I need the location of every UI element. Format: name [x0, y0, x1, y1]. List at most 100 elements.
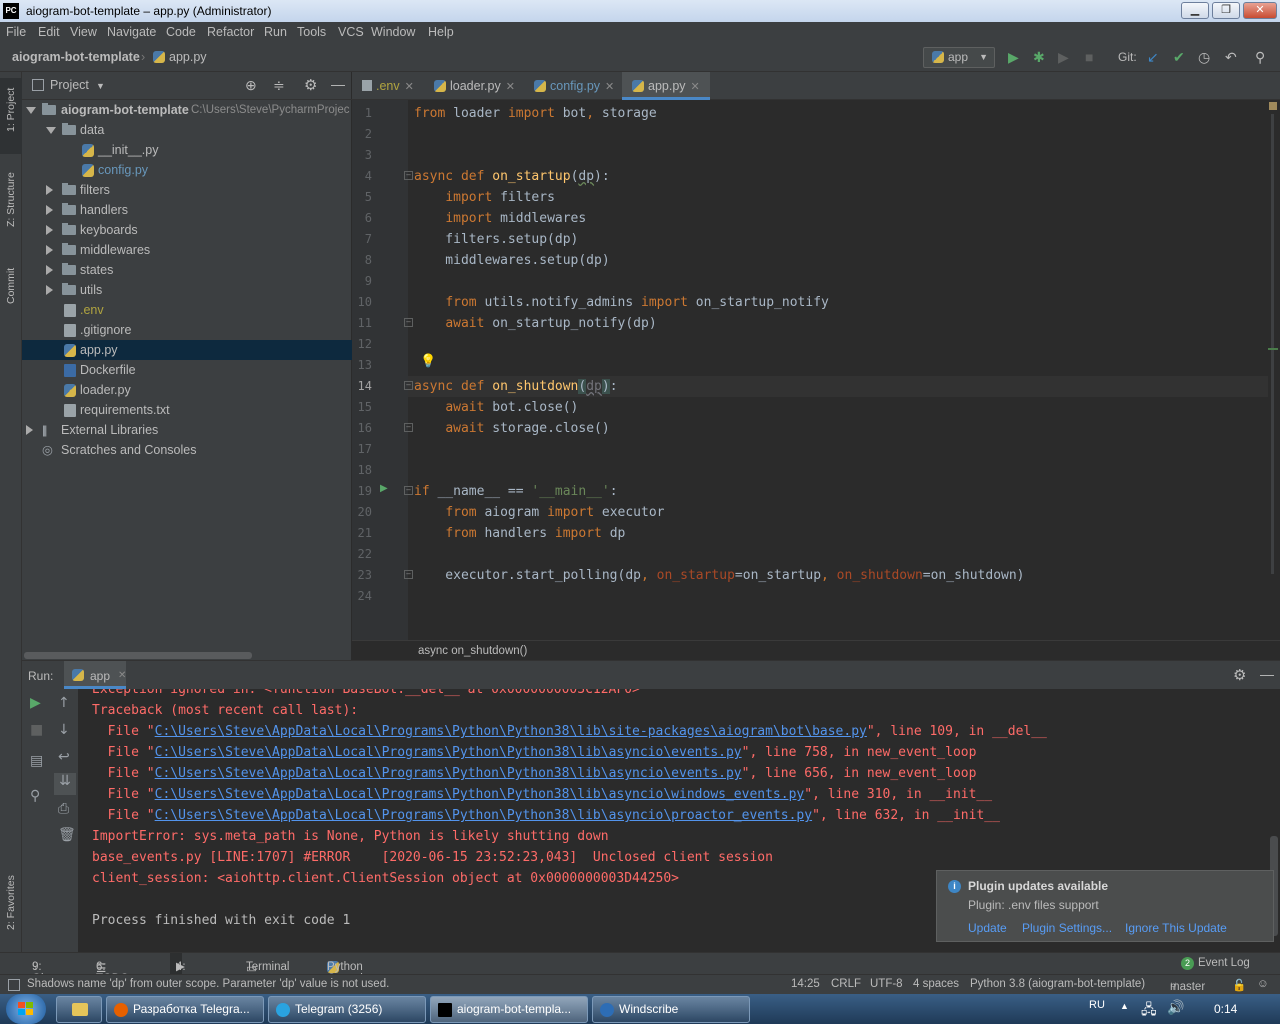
panel-toggle-icon[interactable]	[8, 979, 20, 991]
code-line[interactable]: from aiogram import executor	[414, 502, 664, 523]
close-icon[interactable]: ✕	[691, 81, 700, 93]
menu-tools[interactable]: Tools	[297, 25, 326, 39]
tree-item[interactable]: .gitignore	[22, 320, 352, 340]
locate-target-icon[interactable]: ⊕	[245, 77, 257, 94]
file-link[interactable]: C:\Users\Steve\AppData\Local\Programs\Py…	[155, 745, 742, 760]
menu-view[interactable]: View	[70, 25, 97, 39]
search-icon[interactable]: ⚲	[1255, 49, 1265, 65]
breadcrumb-project[interactable]: aiogram-bot-template	[12, 50, 140, 64]
breadcrumb-file[interactable]: app.py	[153, 50, 207, 64]
file-link[interactable]: C:\Users\Steve\AppData\Local\Programs\Py…	[155, 787, 805, 802]
expand-arrow-icon[interactable]	[46, 127, 56, 134]
tree-item[interactable]: .env	[22, 300, 352, 320]
up-arrow-icon[interactable]: ↑	[58, 695, 70, 711]
scroll-to-end-icon[interactable]: ⇊	[54, 773, 76, 795]
code-line[interactable]: filters.setup(dp)	[414, 229, 578, 250]
code-line[interactable]: if __name__ == '__main__':	[414, 481, 618, 502]
stripe-structure[interactable]: Z: Structure	[5, 172, 17, 227]
stop-icon[interactable]: ■	[30, 722, 43, 738]
fold-icon[interactable]: −	[404, 486, 413, 495]
update-link[interactable]: Update	[968, 921, 1007, 935]
file-link[interactable]: C:\Users\Steve\AppData\Local\Programs\Py…	[155, 724, 867, 739]
expand-arrow-icon[interactable]	[46, 205, 53, 215]
stripe-project[interactable]: 1: Project	[5, 88, 17, 132]
tree-external-libraries[interactable]: ||| External Libraries	[22, 420, 352, 440]
down-arrow-icon[interactable]: ↓	[58, 722, 70, 738]
pin-icon[interactable]: ⚲	[30, 788, 40, 804]
run-tool-button[interactable]: ▶ 4: Run	[170, 953, 197, 994]
code-line[interactable]: executor.start_polling(dp, on_startup=on…	[414, 565, 1024, 586]
file-encoding[interactable]: UTF-8	[870, 978, 903, 990]
event-log-button[interactable]: Event Log	[1198, 957, 1250, 969]
tree-item[interactable]: handlers	[22, 200, 352, 220]
tree-root[interactable]: aiogram-bot-template C:\Users\Steve\Pych…	[22, 100, 352, 120]
fold-icon[interactable]: −	[404, 570, 413, 579]
tree-item[interactable]: filters	[22, 180, 352, 200]
tree-item[interactable]: Dockerfile	[22, 360, 352, 380]
menu-file[interactable]: File	[6, 25, 26, 39]
taskbar-item-browser[interactable]: Разработка Telegra...	[106, 996, 264, 1023]
fold-icon[interactable]: −	[404, 381, 413, 390]
code-line[interactable]: await storage.close()	[414, 418, 609, 439]
close-icon[interactable]: ✕	[405, 81, 414, 93]
fold-icon[interactable]: −	[404, 318, 413, 327]
code-line[interactable]: await on_startup_notify(dp)	[414, 313, 656, 334]
tree-item[interactable]: loader.py	[22, 380, 352, 400]
fold-icon[interactable]: −	[404, 423, 413, 432]
stop-icon[interactable]: ■	[1085, 49, 1093, 65]
coverage-icon[interactable]: ▶	[1058, 49, 1069, 65]
run-gutter-icon[interactable]: ▶	[380, 483, 388, 494]
tab-app[interactable]: app.py ✕	[622, 72, 710, 100]
code-line[interactable]: import filters	[414, 187, 555, 208]
taskbar-item-windscribe[interactable]: Windscribe	[592, 996, 750, 1023]
fold-icon[interactable]: −	[404, 171, 413, 180]
tree-item[interactable]: utils	[22, 280, 352, 300]
menu-edit[interactable]: Edit	[38, 25, 60, 39]
lock-icon[interactable]: 🔓	[1232, 978, 1246, 992]
tab-config[interactable]: config.py ✕	[524, 72, 622, 100]
code-area[interactable]: from loader import bot, storage async def…	[352, 100, 1280, 640]
line-separator[interactable]: CRLF	[831, 978, 861, 990]
tree-item[interactable]: __init__.py	[22, 140, 352, 160]
gear-icon[interactable]: ⚙	[304, 76, 317, 94]
code-breadcrumb[interactable]: async on_shutdown()	[352, 640, 1280, 660]
tree-item[interactable]: requirements.txt	[22, 400, 352, 420]
tab-loader[interactable]: loader.py ✕	[424, 72, 524, 100]
intention-bulb-icon[interactable]: 💡	[420, 354, 436, 369]
code-line[interactable]: async def on_shutdown(dp):	[414, 376, 618, 397]
project-view-selector[interactable]: Project	[50, 78, 89, 92]
menu-refactor[interactable]: Refactor	[207, 25, 254, 39]
rerun-icon[interactable]: ▶	[30, 695, 41, 711]
editor-scrollbar[interactable]	[1268, 100, 1278, 640]
hide-panel-icon[interactable]: —	[1260, 666, 1274, 682]
expand-arrow-icon[interactable]	[46, 185, 53, 195]
taskbar-item-pycharm[interactable]: aiogram-bot-templa...	[430, 996, 588, 1023]
tree-item[interactable]: app.py	[22, 340, 352, 360]
code-line[interactable]: async def on_startup(dp):	[414, 166, 610, 187]
close-window-button[interactable]: ✕	[1243, 2, 1277, 19]
tree-item[interactable]: states	[22, 260, 352, 280]
stripe-favorites[interactable]: 2: Favorites	[5, 875, 17, 930]
menu-code[interactable]: Code	[166, 25, 196, 39]
collapse-all-icon[interactable]: ≑	[273, 77, 285, 94]
tree-item[interactable]: keyboards	[22, 220, 352, 240]
tree-scratches[interactable]: ◎ Scratches and Consoles	[22, 440, 352, 460]
maximize-button[interactable]: ❐	[1212, 2, 1240, 19]
language-indicator[interactable]: RU	[1089, 999, 1105, 1011]
tree-item[interactable]: config.py	[22, 160, 352, 180]
layout-icon[interactable]: ▤	[30, 753, 43, 769]
stripe-commit[interactable]: Commit	[5, 268, 17, 304]
code-line[interactable]: from handlers import dp	[414, 523, 625, 544]
user-icon[interactable]: ☺	[1257, 978, 1269, 990]
code-line[interactable]: import middlewares	[414, 208, 586, 229]
menu-run[interactable]: Run	[264, 25, 287, 39]
code-line[interactable]: from utils.notify_admins import on_start…	[414, 292, 829, 313]
expand-arrow-icon[interactable]	[46, 245, 53, 255]
network-icon[interactable]: 🖧	[1141, 999, 1157, 1023]
start-button[interactable]	[6, 994, 46, 1024]
file-link[interactable]: C:\Users\Steve\AppData\Local\Programs\Py…	[155, 766, 742, 781]
tree-item[interactable]: data	[22, 120, 352, 140]
history-clock-icon[interactable]: ◷	[1198, 49, 1210, 65]
tray-expand-icon[interactable]: ▲	[1120, 1001, 1129, 1011]
expand-arrow-icon[interactable]	[46, 265, 53, 275]
